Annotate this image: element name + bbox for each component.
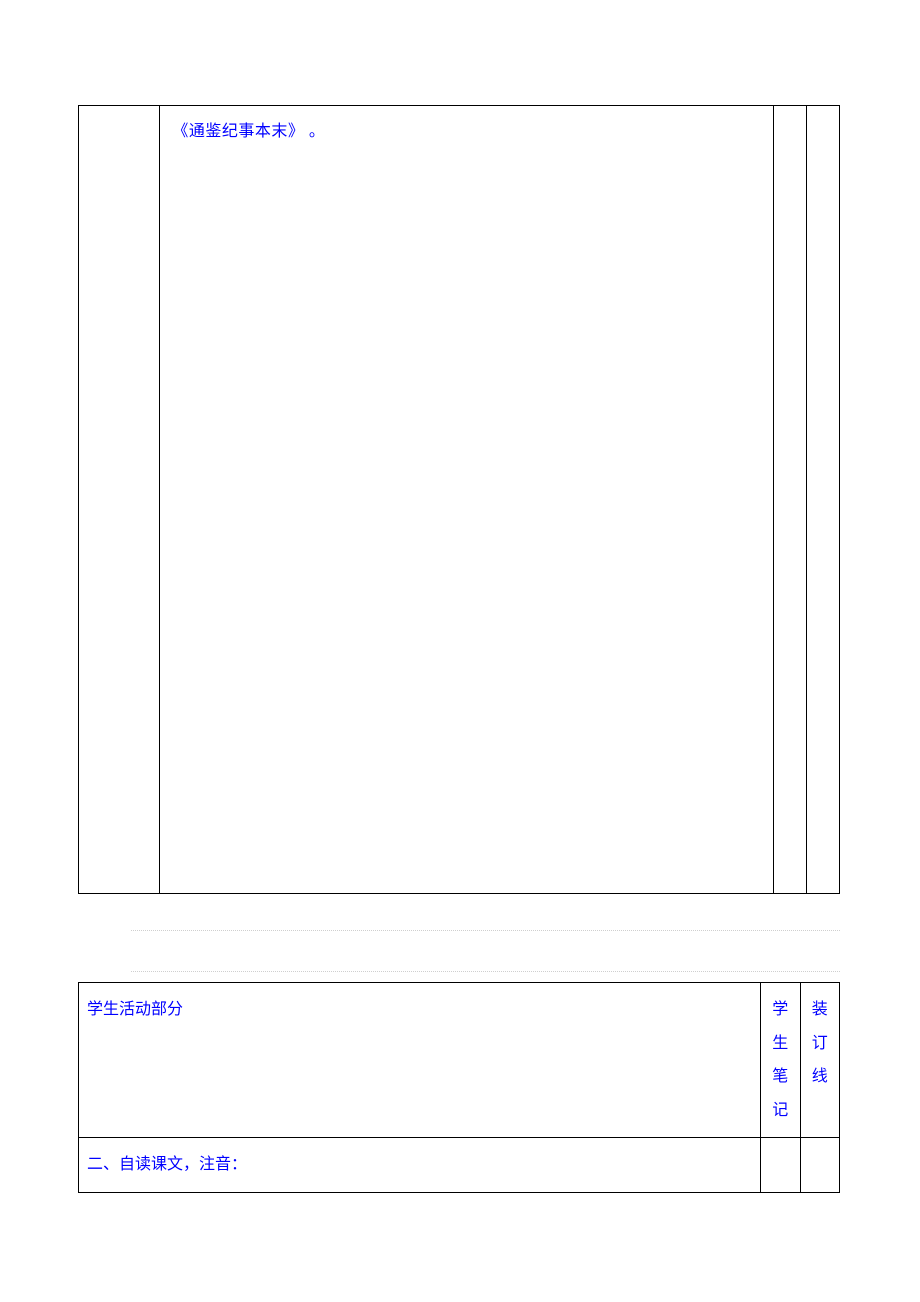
student-activity-label: 学生活动部分 bbox=[87, 1001, 183, 1018]
vchar: 生 bbox=[769, 1027, 791, 1061]
section-two-label: 二、自读课文，注音： bbox=[87, 1156, 247, 1173]
student-notes-header: 学 生 笔 记 bbox=[761, 983, 800, 1138]
upper-table: 《通鉴纪事本末》 。 bbox=[78, 105, 840, 894]
binding-line-header: 装 订 线 bbox=[800, 983, 839, 1138]
vchar: 记 bbox=[769, 1094, 791, 1128]
table-row: 《通鉴纪事本末》 。 bbox=[79, 106, 840, 894]
table-row: 学生活动部分 学 生 笔 记 装 订 线 bbox=[79, 983, 840, 1138]
binding-line-cell bbox=[800, 1138, 839, 1193]
table-row: 二、自读课文，注音： bbox=[79, 1138, 840, 1193]
vchar: 学 bbox=[769, 993, 791, 1027]
student-activity-header: 学生活动部分 bbox=[79, 983, 761, 1138]
upper-table-col4 bbox=[806, 106, 839, 894]
vchar: 线 bbox=[809, 1060, 831, 1094]
vchar: 订 bbox=[809, 1027, 831, 1061]
vchar: 笔 bbox=[769, 1060, 791, 1094]
section-two-cell: 二、自读课文，注音： bbox=[79, 1138, 761, 1193]
student-notes-cell bbox=[761, 1138, 800, 1193]
body-text: 《通鉴纪事本末》 。 bbox=[172, 123, 325, 140]
upper-table-col1 bbox=[79, 106, 160, 894]
lower-table: 学生活动部分 学 生 笔 记 装 订 线 二、自读课文，注音： bbox=[78, 982, 840, 1193]
dotted-separator bbox=[131, 930, 840, 972]
upper-table-body-cell: 《通鉴纪事本末》 。 bbox=[160, 106, 774, 894]
upper-table-col3 bbox=[774, 106, 807, 894]
vchar: 装 bbox=[809, 993, 831, 1027]
